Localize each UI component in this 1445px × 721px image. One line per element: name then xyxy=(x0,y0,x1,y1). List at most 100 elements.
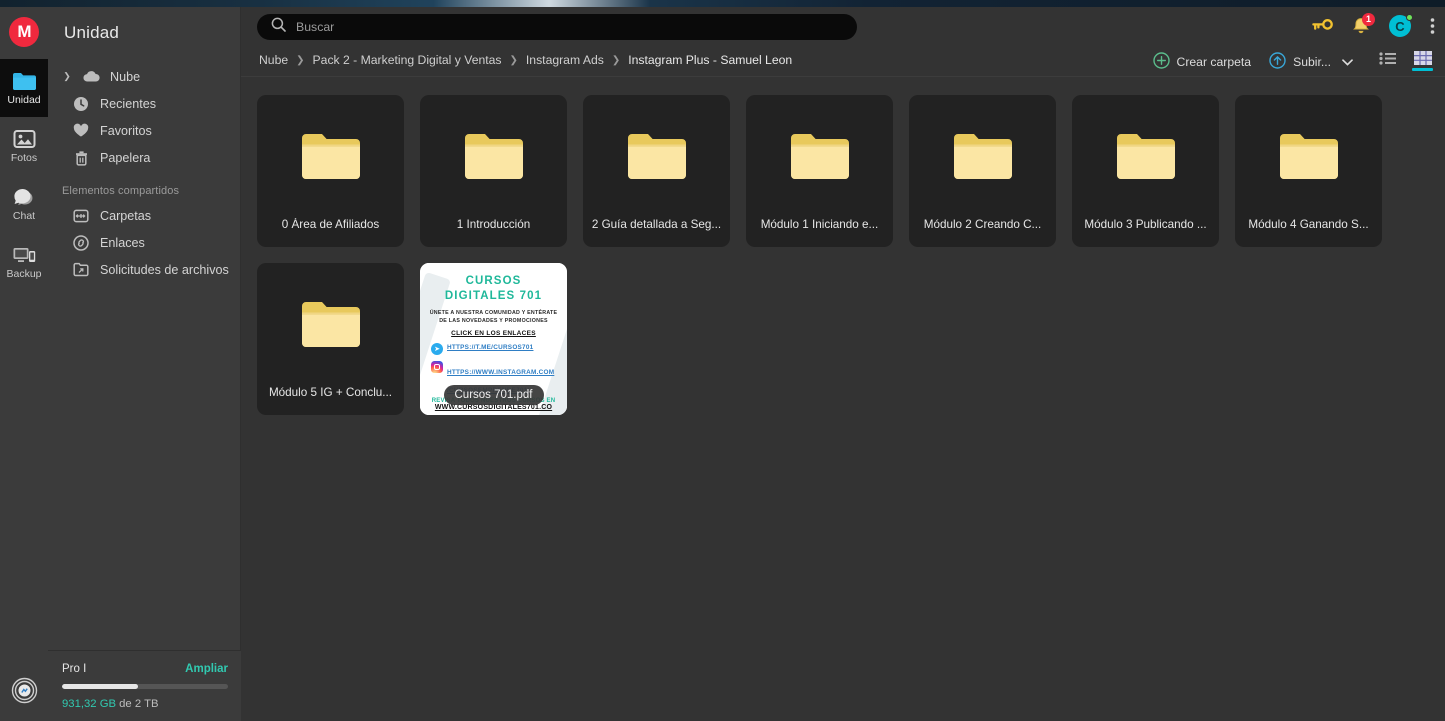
storage-progress-fill xyxy=(62,684,139,689)
list-view-icon[interactable] xyxy=(1377,51,1398,74)
pdf-cta: CLICK EN LOS ENLACES xyxy=(451,330,536,337)
rail-item-fotos[interactable]: Fotos xyxy=(0,117,48,175)
link-icon xyxy=(72,234,90,252)
folder-icon xyxy=(909,95,1056,218)
sidebar-item-solicitudes[interactable]: Solicitudes de archivos xyxy=(48,256,240,283)
storage-header: Pro I Ampliar xyxy=(62,663,228,675)
file-card-label: Módulo 4 Ganando S... xyxy=(1248,218,1369,231)
chevron-right-icon[interactable]: ❯ xyxy=(62,71,72,82)
instagram-icon xyxy=(431,361,443,373)
photos-icon xyxy=(11,128,37,150)
file-card[interactable]: 2 Guía detallada a Seg... xyxy=(583,95,730,247)
sidebar-nav: ❯ Nube Recientes Favoritos Papelera Elem… xyxy=(48,63,240,283)
chevron-right-icon: ❯ xyxy=(509,54,518,66)
storage-total-value: de 2 TB xyxy=(116,698,159,710)
file-card[interactable]: Módulo 4 Ganando S... xyxy=(1235,95,1382,247)
pdf-link-telegram: ➤ HTTPS://T.ME/CURSOS701 xyxy=(427,343,560,355)
file-card[interactable]: 0 Área de Afiliados xyxy=(257,95,404,247)
file-card[interactable]: Módulo 1 Iniciando e... xyxy=(746,95,893,247)
rail-label-chat: Chat xyxy=(12,210,36,223)
folder-icon xyxy=(583,95,730,218)
pdf-link-telegram-text: HTTPS://T.ME/CURSOS701 xyxy=(447,344,534,351)
backup-icon xyxy=(11,244,37,266)
sidebar-item-carpetas[interactable]: Carpetas xyxy=(48,202,240,229)
upload-circle-icon xyxy=(1269,52,1286,72)
sidebar-label-recientes: Recientes xyxy=(100,96,157,111)
app-rail: M Unidad Fotos Chat Backup xyxy=(0,7,48,721)
transfers-icon[interactable] xyxy=(11,677,38,709)
key-icon[interactable] xyxy=(1312,19,1333,33)
file-card[interactable]: Módulo 3 Publicando ... xyxy=(1072,95,1219,247)
file-card-label: Módulo 5 IG + Conclu... xyxy=(268,386,393,399)
sidebar-title: Unidad xyxy=(64,23,120,42)
sidebar-label-favoritos: Favoritos xyxy=(100,123,152,138)
sidebar-item-enlaces[interactable]: Enlaces xyxy=(48,229,240,256)
top-bar-icons: 1 C xyxy=(1312,12,1435,37)
sidebar-section-shared: Elementos compartidos xyxy=(62,185,180,197)
breadcrumb-item-2[interactable]: Instagram Ads xyxy=(526,53,604,67)
breadcrumb-row: Nube ❯ Pack 2 - Marketing Digital y Vent… xyxy=(241,49,1445,77)
rail-item-chat[interactable]: Chat xyxy=(0,175,48,233)
pdf-title-line2: DIGITALES 701 xyxy=(444,290,543,302)
upgrade-link[interactable]: Ampliar xyxy=(185,663,228,675)
notification-badge: 1 xyxy=(1362,12,1375,26)
heart-icon xyxy=(72,122,90,140)
breadcrumb-item-3[interactable]: Instagram Plus - Samuel Leon xyxy=(628,53,792,67)
window-top-strip xyxy=(0,0,1445,7)
breadcrumb-actions: Crear carpeta Subir... xyxy=(1152,51,1433,74)
main-content: Buscar 1 C Nube ❯ Pack 2 - Marketing Dig… xyxy=(241,7,1445,721)
shared-folders-icon xyxy=(72,207,90,225)
mega-logo[interactable]: M xyxy=(9,17,39,47)
storage-used-value: 931,32 GB xyxy=(62,698,117,710)
folder-icon xyxy=(1072,95,1219,218)
online-status-dot xyxy=(1406,14,1413,21)
file-card[interactable]: 1 Introducción xyxy=(420,95,567,247)
grid-view-icon[interactable] xyxy=(1412,51,1433,74)
pdf-footer-line2: WWW.CURSOSDIGITALES701.CO xyxy=(434,404,553,411)
storage-plan-label: Pro I xyxy=(62,663,87,675)
sidebar-item-papelera[interactable]: Papelera xyxy=(48,144,240,171)
file-card[interactable]: Módulo 2 Creando C... xyxy=(909,95,1056,247)
plus-circle-icon xyxy=(1152,52,1170,72)
bell-icon[interactable]: 1 xyxy=(1352,12,1375,36)
sidebar-item-favoritos[interactable]: Favoritos xyxy=(48,117,240,144)
search-placeholder: Buscar xyxy=(296,20,335,34)
avatar[interactable]: C xyxy=(1389,14,1413,37)
folder-icon xyxy=(257,263,404,386)
chat-icon xyxy=(11,186,37,208)
sidebar-label-carpetas: Carpetas xyxy=(100,208,152,223)
list-view-underline xyxy=(1377,68,1398,71)
file-card-label: 2 Guía detallada a Seg... xyxy=(591,218,722,231)
chevron-down-icon[interactable] xyxy=(1342,55,1353,69)
pdf-subtitle: ÚNETE A NUESTRA COMUNIDAD Y ENTÉRATE DE L… xyxy=(429,310,558,324)
clock-icon xyxy=(72,95,90,113)
breadcrumb-item-1[interactable]: Pack 2 - Marketing Digital y Ventas xyxy=(313,53,502,67)
sidebar-item-nube[interactable]: ❯ Nube xyxy=(48,63,240,90)
sidebar: Unidad ❯ Nube Recientes Favoritos Papele… xyxy=(48,7,241,721)
rail-item-unidad[interactable]: Unidad xyxy=(0,59,48,117)
upload-button[interactable]: Subir... xyxy=(1269,52,1353,72)
view-toggle-group xyxy=(1377,51,1433,74)
file-card-label: 0 Área de Afiliados xyxy=(281,218,380,231)
search-input[interactable]: Buscar xyxy=(257,14,857,40)
sidebar-label-nube: Nube xyxy=(110,69,141,84)
cloud-icon xyxy=(82,68,100,86)
file-card-label: Módulo 1 Iniciando e... xyxy=(760,218,879,231)
file-card-label: 1 Introducción xyxy=(456,218,531,231)
file-card-pdf-label: Cursos 701.pdf xyxy=(443,385,544,405)
file-card-pdf[interactable]: CURSOS DIGITALES 701 ÚNETE A NUESTRA COMUN… xyxy=(420,263,567,415)
storage-usage-text: 931,32 GB de 2 TB xyxy=(62,698,228,710)
file-card[interactable]: Módulo 5 IG + Conclu... xyxy=(257,263,404,415)
breadcrumb-item-0[interactable]: Nube xyxy=(259,53,288,67)
create-folder-button[interactable]: Crear carpeta xyxy=(1152,52,1251,72)
more-vertical-icon[interactable] xyxy=(1430,17,1435,35)
folder-icon xyxy=(11,70,37,92)
pdf-link-instagram-text-a: HTTPS://WWW.INSTAGRAM.COM xyxy=(447,369,555,376)
sidebar-item-recientes[interactable]: Recientes xyxy=(48,90,240,117)
storage-panel: Pro I Ampliar 931,32 GB de 2 TB xyxy=(48,650,241,721)
rail-label-unidad: Unidad xyxy=(7,94,41,107)
rail-item-backup[interactable]: Backup xyxy=(0,233,48,291)
folder-icon xyxy=(1235,95,1382,218)
folder-icon xyxy=(420,95,567,218)
rail-bottom xyxy=(0,677,48,709)
